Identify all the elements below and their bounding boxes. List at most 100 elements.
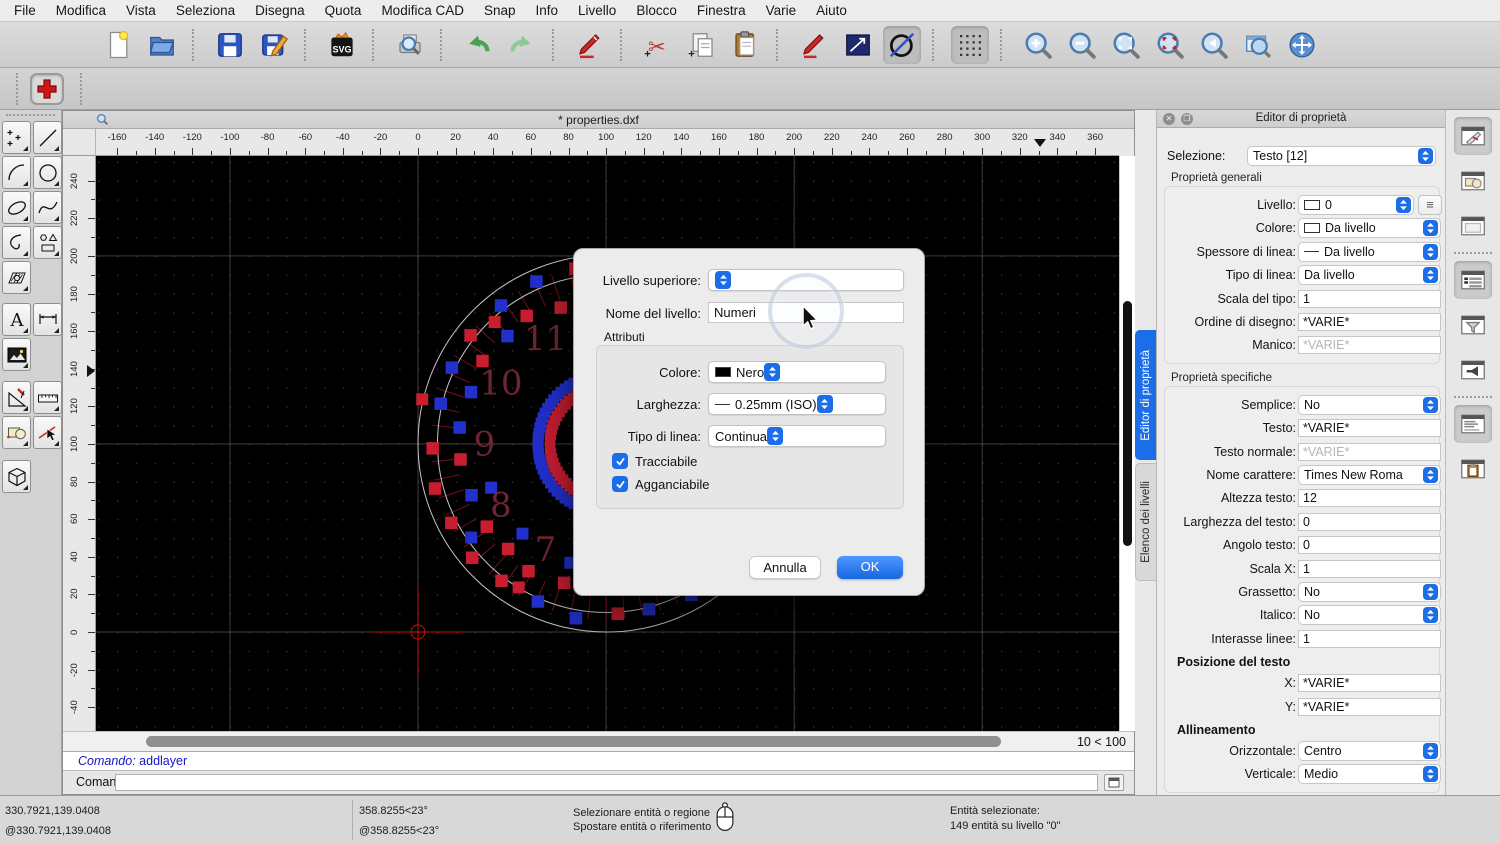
- dock-shapes-button[interactable]: [1454, 162, 1492, 200]
- command-window-button[interactable]: [1104, 774, 1124, 791]
- menu-aiuto[interactable]: Aiuto: [806, 0, 857, 22]
- dock-filter-button[interactable]: [1454, 306, 1492, 344]
- field-testo[interactable]: *VARIE*: [1298, 419, 1441, 438]
- dock-console-button[interactable]: [1454, 405, 1492, 443]
- print-preview-button[interactable]: [391, 26, 429, 64]
- combo-grassetto[interactable]: No: [1298, 581, 1441, 602]
- delete-entity-button[interactable]: [571, 26, 609, 64]
- menu-info[interactable]: Info: [526, 0, 569, 22]
- menu-modifica-cad[interactable]: Modifica CAD: [371, 0, 474, 22]
- polyline-tool-button[interactable]: [839, 26, 877, 64]
- paste-button[interactable]: [727, 26, 765, 64]
- block-tool-button[interactable]: [2, 416, 31, 449]
- combo-orizzontale[interactable]: Centro: [1298, 740, 1441, 761]
- combo-italico[interactable]: No: [1298, 605, 1441, 626]
- field-altezza-testo[interactable]: 12: [1298, 489, 1441, 508]
- cut-button[interactable]: ✂ +: [639, 26, 677, 64]
- menu-disegna[interactable]: Disegna: [245, 0, 315, 22]
- dock-announce-button[interactable]: [1454, 351, 1492, 389]
- circle-slash-button[interactable]: [883, 25, 921, 64]
- construction-checkbox[interactable]: Tracciabile: [612, 453, 697, 469]
- zoom-pan-button[interactable]: [1283, 26, 1321, 64]
- add-entity-button[interactable]: [30, 73, 64, 105]
- undo-button[interactable]: [459, 26, 497, 64]
- polyline-tool-button[interactable]: [2, 226, 31, 259]
- select-tool-button[interactable]: [33, 416, 62, 449]
- copy-button[interactable]: +: [683, 26, 721, 64]
- zoom-select-button[interactable]: [1151, 26, 1189, 64]
- combo-spessore-di-linea[interactable]: Da livello: [1298, 241, 1441, 262]
- menu-finestra[interactable]: Finestra: [687, 0, 756, 22]
- color-combo[interactable]: Nero: [708, 361, 886, 383]
- image-tool-button[interactable]: [2, 338, 31, 371]
- selection-combo[interactable]: Testo [12]: [1247, 146, 1436, 166]
- field-x[interactable]: *VARIE*: [1298, 674, 1441, 693]
- redo-button[interactable]: [503, 26, 541, 64]
- horizontal-scrollbar-thumb[interactable]: [146, 736, 1001, 747]
- linetype-combo[interactable]: Continua: [708, 425, 886, 447]
- combo-livello[interactable]: 0: [1298, 195, 1414, 215]
- save-as-button[interactable]: [255, 26, 293, 64]
- field-scala-del-tipo[interactable]: 1: [1298, 289, 1441, 308]
- menu-file[interactable]: File: [4, 0, 46, 22]
- dimension-tool-button[interactable]: [33, 303, 62, 336]
- field-angolo-testo[interactable]: 0: [1298, 536, 1441, 555]
- dock-pen-box-button[interactable]: [1454, 117, 1492, 155]
- points-tool-button[interactable]: [2, 121, 31, 154]
- zoom-out-button[interactable]: [1063, 26, 1101, 64]
- dock-clipboard-button[interactable]: [1454, 450, 1492, 488]
- text-tool-button[interactable]: A: [2, 303, 31, 336]
- hatch-tool-button[interactable]: [2, 261, 31, 294]
- tab-property-editor[interactable]: Editor di proprietà: [1135, 330, 1156, 460]
- zoom-in-button[interactable]: [1019, 26, 1057, 64]
- field-interasse-linee[interactable]: 1: [1298, 629, 1441, 648]
- zoom-auto-button[interactable]: [1107, 26, 1145, 64]
- vertical-scrollbar-thumb[interactable]: [1123, 301, 1132, 546]
- menu-varie[interactable]: Varie: [756, 0, 807, 22]
- svg-export-button[interactable]: SVG: [323, 26, 361, 64]
- dock-property-list-button[interactable]: [1454, 261, 1492, 299]
- ellipse-tool-button[interactable]: [2, 191, 31, 224]
- field-y[interactable]: *VARIE*: [1298, 697, 1441, 716]
- menu-quota[interactable]: Quota: [315, 0, 372, 22]
- combo-colore[interactable]: Da livello: [1298, 218, 1441, 239]
- field-ordine-di-disegno[interactable]: *VARIE*: [1298, 313, 1441, 331]
- menu-seleziona[interactable]: Seleziona: [166, 0, 245, 22]
- menu-modifica[interactable]: Modifica: [46, 0, 116, 22]
- field-scala-x[interactable]: 1: [1298, 559, 1441, 578]
- drawing-window-titlebar[interactable]: * properties.dxf: [63, 111, 1134, 129]
- ok-button[interactable]: OK: [837, 556, 903, 579]
- modify-tool-button[interactable]: [2, 381, 31, 414]
- menu-vista[interactable]: Vista: [116, 0, 166, 22]
- dock-blank-window-button[interactable]: [1454, 207, 1492, 245]
- draw-pencil-button[interactable]: [795, 26, 833, 64]
- combo-semplice[interactable]: No: [1298, 394, 1441, 415]
- menu-blocco[interactable]: Blocco: [626, 0, 687, 22]
- spline-tool-button[interactable]: [33, 191, 62, 224]
- cancel-button[interactable]: Annulla: [749, 556, 821, 579]
- layer-menu-button[interactable]: ≡: [1418, 195, 1442, 215]
- grid-toggle-button[interactable]: [951, 25, 989, 64]
- combo-verticale[interactable]: Medio: [1298, 764, 1441, 785]
- save-button[interactable]: [211, 26, 249, 64]
- combo-tipo-di-linea[interactable]: Da livello: [1298, 265, 1441, 286]
- circle-tool-button[interactable]: [33, 156, 62, 189]
- horizontal-scrollbar[interactable]: 10 < 100: [63, 731, 1134, 751]
- new-file-button[interactable]: [99, 26, 137, 64]
- field-larghezza-del-testo[interactable]: 0: [1298, 512, 1441, 531]
- command-input[interactable]: [115, 774, 1098, 791]
- polygon-tool-button[interactable]: [33, 226, 62, 259]
- solid-tool-button[interactable]: [2, 460, 31, 493]
- arc-tool-button[interactable]: [2, 156, 31, 189]
- width-combo[interactable]: 0.25mm (ISO): [708, 393, 886, 415]
- measure-tool-button[interactable]: [33, 381, 62, 414]
- tab-layer-list[interactable]: Elenco dei livelli: [1135, 463, 1156, 581]
- vertical-scrollbar[interactable]: [1119, 156, 1135, 731]
- menu-snap[interactable]: Snap: [474, 0, 526, 22]
- open-folder-button[interactable]: [143, 26, 181, 64]
- combo-nome-carattere[interactable]: Times New Roma: [1298, 464, 1441, 485]
- menu-livello[interactable]: Livello: [568, 0, 626, 22]
- line-tool-button[interactable]: [33, 121, 62, 154]
- zoom-window-button[interactable]: [1239, 26, 1277, 64]
- snappable-checkbox[interactable]: Agganciabile: [612, 476, 709, 492]
